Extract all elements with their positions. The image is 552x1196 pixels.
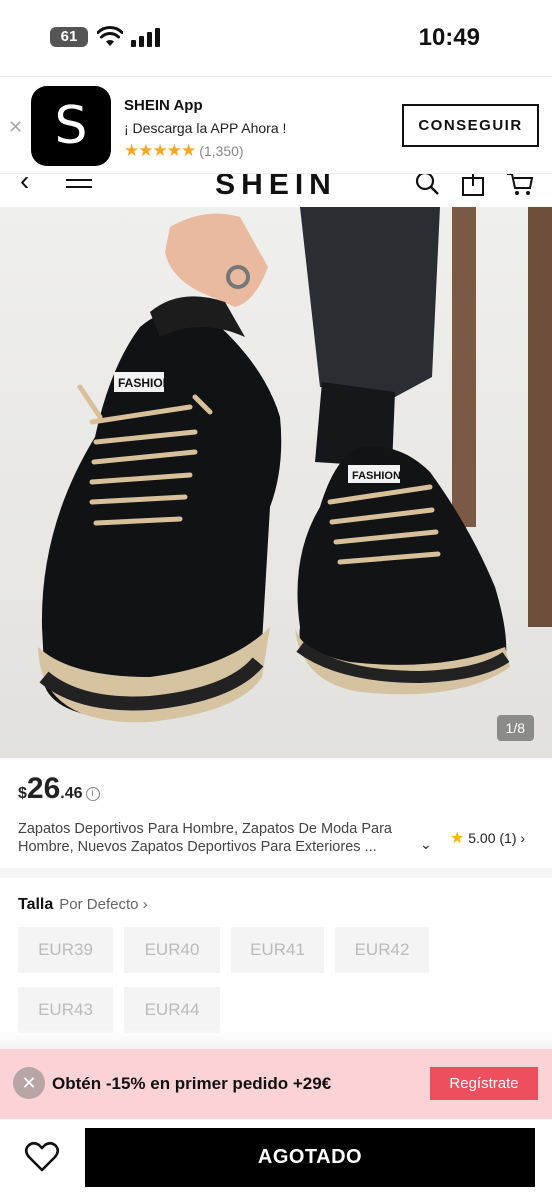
app-subtitle: ¡ Descarga la APP Ahora ! — [124, 120, 287, 136]
info-icon[interactable]: i — [85, 787, 100, 801]
product-rating[interactable]: ★ 5.00 (1) › — [450, 828, 525, 848]
product-title[interactable]: Zapatos Deportivos Para Hombre, Zapatos … — [18, 820, 438, 856]
price-cents: .46 — [60, 785, 83, 802]
star-rating-icon: ★★★★★ — [124, 141, 196, 160]
app-install-banner: ✕ S SHEIN App ¡ Descarga la APP Ahora ! … — [0, 76, 552, 174]
product-image[interactable]: FASHION FASHION 1/8 — [0, 207, 552, 758]
rating-value: 5.00 — [468, 830, 496, 846]
size-option[interactable]: EUR43 — [18, 987, 113, 1033]
size-header: Talla Por Defecto › — [18, 896, 148, 914]
image-counter: 1/8 — [496, 715, 534, 741]
banner-close-icon[interactable]: ✕ — [8, 117, 23, 138]
svg-text:FASHION: FASHION — [118, 376, 171, 390]
price: $26.46 i — [18, 772, 100, 806]
chevron-right-icon: › — [520, 830, 526, 846]
get-app-button[interactable]: CONSEGUIR — [402, 104, 539, 147]
promo-text: Obtén -15% en primer pedido +29€ — [52, 1074, 332, 1093]
shein-app-icon[interactable]: S — [31, 86, 111, 166]
review-count: (1) — [499, 830, 517, 846]
sold-out-button[interactable]: AGOTADO — [85, 1128, 535, 1187]
status-time: 10:49 — [418, 24, 480, 51]
promo-close-icon[interactable]: ✕ — [13, 1067, 45, 1099]
size-option[interactable]: EUR42 — [335, 927, 429, 973]
size-option[interactable]: EUR39 — [18, 927, 113, 973]
battery-indicator: 61 — [50, 27, 88, 47]
product-title-line1: Zapatos Deportivos Para Hombre, Zapatos … — [18, 821, 392, 837]
status-bar: 61 10:49 — [0, 0, 552, 76]
product-photo-illustration: FASHION FASHION — [38, 207, 552, 723]
size-option[interactable]: EUR41 — [231, 927, 324, 973]
wifi-icon — [97, 26, 123, 46]
app-rating: ★★★★★ (1,350) — [124, 141, 244, 161]
bottom-action-bar: AGOTADO — [0, 1119, 552, 1196]
size-standard-selector[interactable]: Por Defecto › — [59, 896, 147, 913]
price-main: 26 — [26, 772, 61, 805]
svg-text:FASHION: FASHION — [352, 470, 401, 482]
app-name: SHEIN App — [124, 97, 203, 114]
section-divider — [0, 868, 552, 878]
register-button[interactable]: Regístrate — [430, 1067, 538, 1100]
size-option[interactable]: EUR44 — [124, 987, 220, 1033]
expand-title-chevron-icon[interactable]: ⌄ — [420, 836, 432, 853]
heart-icon[interactable] — [24, 1141, 60, 1173]
size-option[interactable]: EUR40 — [124, 927, 220, 973]
promo-bar: ✕ Obtén -15% en primer pedido +29€ Regís… — [0, 1049, 552, 1119]
product-title-line2: Hombre, Nuevos Zapatos Deportivos Para E… — [18, 839, 377, 855]
app-rating-count: (1,350) — [199, 143, 244, 159]
promo-fade — [0, 1030, 552, 1050]
size-label: Talla — [18, 896, 54, 913]
price-currency: $ — [18, 785, 27, 802]
star-icon: ★ — [450, 830, 465, 847]
cellular-signal-icon — [131, 28, 160, 47]
